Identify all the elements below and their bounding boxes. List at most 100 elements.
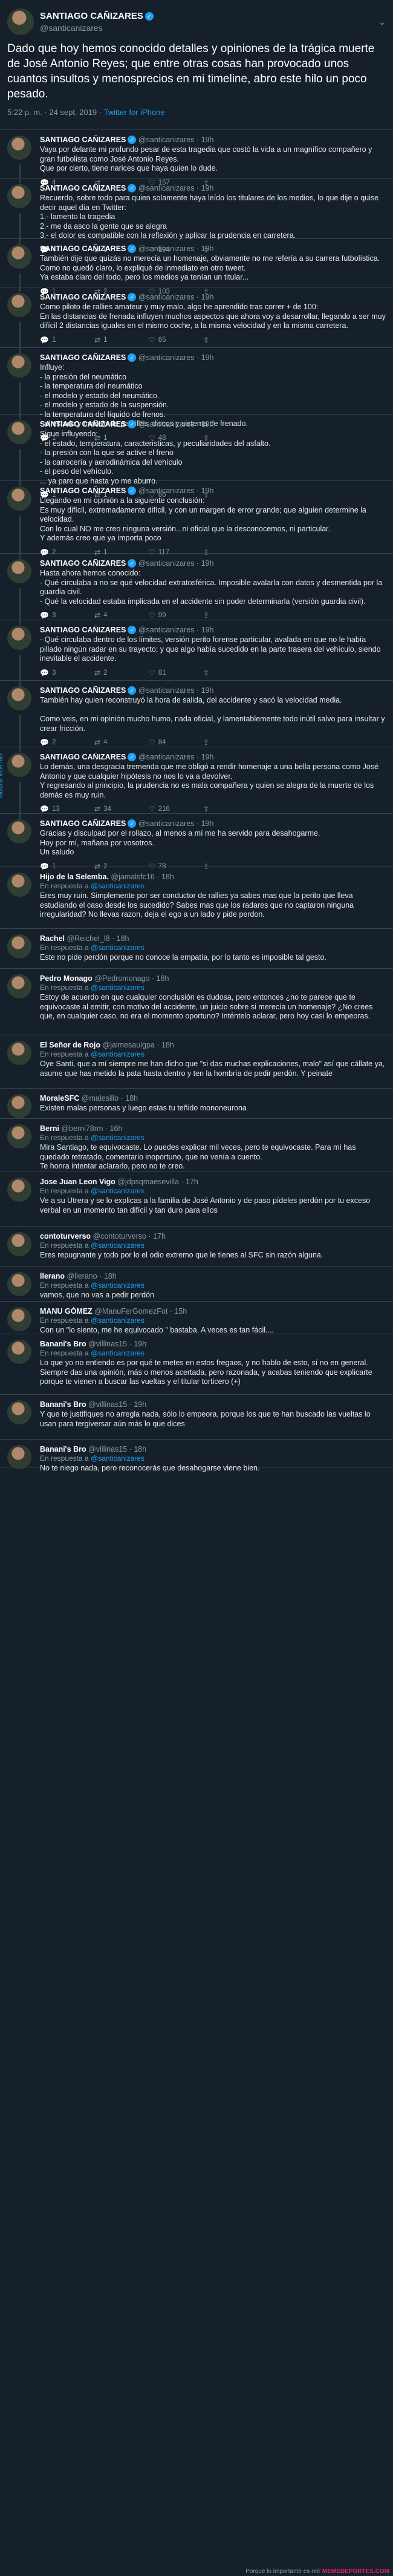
like-button[interactable]: ♡ 65 [149,336,203,344]
tweet-time[interactable]: 19h [201,753,214,761]
tweet-author-name[interactable]: Banani's Bro [40,1340,86,1348]
tweet-time[interactable]: 17h [153,1232,166,1240]
tweet-time[interactable]: 19h [134,1340,146,1348]
avatar[interactable] [7,136,31,160]
tweet-author-handle[interactable]: @santicanizares [138,819,195,828]
reply-to-handle[interactable]: @santicanizares [91,1241,145,1250]
reply-to-handle[interactable]: @santicanizares [91,1316,145,1325]
like-button[interactable]: ♡ 81 [149,669,203,677]
avatar[interactable] [7,487,31,511]
tweet-author-handle[interactable]: @villinas15 [88,1340,127,1348]
reply-button[interactable]: 💬 3 [40,669,94,677]
tweet-item[interactable]: Banani's Bro @villinas15 · 19h Y que te j… [0,1395,393,1440]
tweet-author-name[interactable]: contoturverso [40,1232,91,1240]
tweet-author-name[interactable]: SANTIAGO CAÑIZARES [40,753,126,761]
tweet-item[interactable]: contoturverso @contoturverso · 17h En res… [0,1227,393,1267]
tweet-time[interactable]: 19h [201,626,214,634]
tweet-author-handle[interactable]: @santicanizares [138,753,195,761]
tweet-author-name[interactable]: SANTIAGO CAÑIZARES [40,686,126,695]
tweet-time[interactable]: 19h [201,559,214,568]
tweet-item[interactable]: Pedro Monago @Pedromonago · 18h En respue… [0,969,393,1035]
tweet-author-handle[interactable]: @santicanizares [138,244,195,253]
reply-button[interactable]: 💬 3 [40,611,94,620]
tweet-item[interactable]: SANTIAGO CAÑIZARES ✓ @santicanizares · 19… [0,620,393,686]
tweet-author-name[interactable]: SANTIAGO CAÑIZARES [40,293,126,301]
tweet-author-handle[interactable]: @santicanizares [138,293,195,301]
retweet-button[interactable]: ⇄ 34 [94,805,149,813]
tweet-author-handle[interactable]: @contoturverso [93,1232,146,1240]
avatar[interactable] [7,8,34,35]
tweet-author-name[interactable]: SANTIAGO CAÑIZARES [40,487,126,495]
tweet-time[interactable]: 15h [174,1307,187,1316]
tweet-author-handle[interactable]: @malesillo [82,1094,119,1103]
avatar[interactable] [7,934,31,959]
share-button[interactable]: ⇪ [203,336,258,344]
share-button[interactable]: ⇪ [203,805,258,813]
like-button[interactable]: ♡ 99 [149,611,203,620]
tweet-author-handle[interactable]: @santicanizares [138,136,195,144]
tweet-item[interactable]: SANTIAGO CAÑIZARES ✓ @santicanizares · 19… [0,554,393,625]
tweet-time[interactable]: 18h [134,1445,146,1454]
tweet-author-name[interactable]: Jose Juan Leon Vigo [40,1178,115,1186]
avatar[interactable] [7,559,31,583]
avatar[interactable] [7,1094,31,1118]
tweet-time[interactable]: 19h [201,686,214,695]
tweet-time[interactable]: 19h [201,136,214,144]
tweet-item[interactable]: Banani's Bro @villinas15 · 19h En respues… [0,1334,393,1395]
tweet-item[interactable]: SANTIAGO CAÑIZARES ✓ @santicanizares · 19… [0,814,393,871]
reply-to-handle[interactable]: @santicanizares [91,1133,145,1142]
tweet-author-name[interactable]: Berni [40,1124,59,1133]
tweet-item[interactable]: SANTIAGO CAÑIZARES ✓ @santicanizares · 19… [0,481,393,559]
avatar[interactable] [7,1124,31,1149]
tweet-item[interactable]: MANU GÓMEZ @ManuFerGomezFot · 15h En resp… [0,1302,393,1334]
avatar[interactable] [7,1307,31,1331]
tweet-time[interactable]: 19h [201,420,214,428]
show-thread-link[interactable]: Mostrar este hilo [0,753,4,798]
tweet-author-handle[interactable]: @santicanizares [138,686,195,695]
tweet-time[interactable]: 17h [186,1178,198,1186]
tweet-author-name[interactable]: SANTIAGO CAÑIZARES [40,626,126,634]
retweet-button[interactable]: ⇄ 1 [94,336,149,344]
tweet-author-name[interactable]: MANU GÓMEZ [40,1307,93,1316]
tweet-item[interactable]: SANTIAGO CAÑIZARES ✓ @santicanizares · 19… [0,348,393,442]
tweet-author-name[interactable]: Hijo de la Selemba. [40,873,109,881]
reply-button[interactable]: 💬 1 [40,336,94,344]
reply-button[interactable]: 💬 13 [40,805,94,813]
tweet-author-name[interactable]: SANTIAGO CAÑIZARES [40,244,126,253]
tweet-time[interactable]: 18h [161,1041,174,1049]
tweet-author-handle[interactable]: @jaimesaulgpa [103,1041,155,1049]
tweet-author-name[interactable]: El Señor de Rojo [40,1041,100,1049]
avatar[interactable] [7,819,31,844]
tweet-item[interactable]: Rachel @Reichel_l8 · 18h En respuesta a @… [0,929,393,969]
reply-to-handle[interactable]: @santicanizares [91,983,145,992]
avatar[interactable] [7,420,31,444]
avatar[interactable] [7,1232,31,1256]
avatar[interactable] [7,686,31,710]
avatar[interactable] [7,1041,31,1065]
reply-to-handle[interactable]: @santicanizares [91,882,145,890]
tweet-author-handle[interactable]: @ManuFerGomezFot [94,1307,167,1316]
avatar[interactable] [7,1272,31,1296]
tweet-time[interactable]: 18h [125,1094,138,1103]
tweet-author-handle[interactable]: @jamalsfc16 [111,873,154,881]
reply-to-handle[interactable]: @santicanizares [91,1349,145,1357]
tweet-item[interactable]: SANTIAGO CAÑIZARES ✓ @santicanizares · 19… [0,179,393,254]
reply-to-handle[interactable]: @santicanizares [91,943,145,952]
like-button[interactable]: ♡ 216 [149,805,203,813]
tweet-item[interactable]: SANTIAGO CAÑIZARES ✓ @santicanizares · 19… [0,287,393,353]
tweet-time[interactable]: 19h [201,244,214,253]
retweet-button[interactable]: ⇄ 4 [94,738,149,747]
avatar[interactable] [7,1340,31,1364]
tweet-author-handle[interactable]: @berni78rm [61,1124,103,1133]
avatar[interactable] [7,1178,31,1202]
tweet-item[interactable]: SANTIAGO CAÑIZARES ✓ @santicanizares · 19… [0,239,393,296]
tweet-item[interactable]: Jose Juan Leon Vigo @jdpsqmaesevilla · 1… [0,1172,393,1227]
author-name[interactable]: SANTIAGO CAÑIZARES [40,11,143,21]
tweet-time[interactable]: 19h [201,293,214,301]
share-button[interactable]: ⇪ [203,611,258,620]
tweet-item[interactable]: SANTIAGO CAÑIZARES ✓ @santicanizares · 19… [0,415,393,499]
tweet-author-name[interactable]: SANTIAGO CAÑIZARES [40,819,126,828]
tweet-author-handle[interactable]: @santicanizares [138,184,195,192]
tweet-author-name[interactable]: Rachel [40,934,65,943]
avatar[interactable] [7,1400,31,1424]
